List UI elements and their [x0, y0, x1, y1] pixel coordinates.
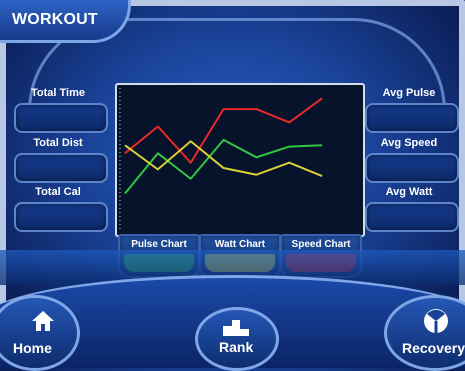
home-icon [31, 310, 55, 337]
rank-icon [223, 320, 249, 341]
page-title: WORKOUT [12, 11, 98, 28]
header-tab: WORKOUT [0, 0, 131, 43]
recovery-icon [423, 308, 449, 339]
workout-chart [115, 83, 365, 237]
speed-chart-label: Speed Chart [291, 239, 351, 250]
recovery-label: Recovery [402, 340, 465, 356]
chart-svg [119, 88, 323, 232]
avg-pulse-field [365, 103, 459, 133]
avg-speed-field [365, 153, 459, 183]
pulse-chart-label: Pulse Chart [131, 239, 187, 250]
avg-speed-label: Avg Speed [380, 137, 438, 149]
watt-chart-label: Watt Chart [214, 239, 266, 250]
avg-watt-label: Avg Watt [385, 186, 433, 198]
total-cal-label: Total Cal [35, 186, 81, 198]
total-dist-label: Total Dist [33, 137, 83, 149]
avg-pulse-label: Avg Pulse [382, 87, 436, 99]
rank-button[interactable]: Rank [195, 307, 279, 371]
chart-series-line [124, 97, 323, 164]
home-label: Home [13, 340, 52, 356]
avg-watt-field [365, 202, 459, 232]
total-cal-field [14, 202, 108, 232]
total-time-label: Total Time [31, 87, 85, 99]
total-dist-field [14, 153, 108, 183]
total-time-field [14, 103, 108, 133]
rank-label: Rank [219, 339, 254, 355]
